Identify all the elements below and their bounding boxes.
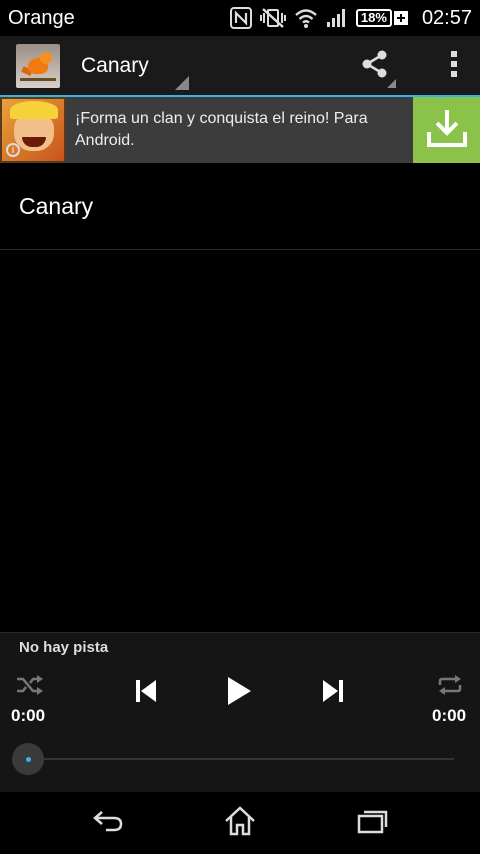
status-icons: 18% 02:57 — [229, 6, 472, 30]
repeat-button[interactable] — [430, 673, 470, 701]
action-bar: Canary — [0, 36, 480, 96]
app-title-spinner[interactable]: Canary — [81, 54, 189, 90]
vibrate-off-icon — [259, 7, 286, 29]
clock: 02:57 — [421, 6, 472, 29]
share-button[interactable] — [350, 36, 400, 96]
next-button[interactable] — [313, 675, 353, 711]
canary-bird-icon[interactable] — [16, 44, 60, 88]
shuffle-button[interactable] — [10, 673, 50, 701]
spinner-indicator — [174, 76, 189, 90]
home-icon — [224, 805, 256, 842]
list-item[interactable]: Canary — [0, 163, 480, 250]
ad-info-icon[interactable]: i — [6, 143, 20, 157]
overflow-menu-button[interactable] — [430, 36, 478, 96]
back-button[interactable] — [68, 792, 148, 854]
nfc-icon — [229, 7, 252, 29]
track-list: Canary — [0, 163, 480, 250]
seek-progress-dot — [25, 756, 31, 762]
share-icon — [360, 49, 390, 84]
status-bar: Orange 18% 02:57 — [0, 0, 480, 36]
next-icon — [322, 679, 344, 708]
player-panel: No hay pista 0:00 0:00 — [0, 632, 480, 792]
battery-icon: 18% — [355, 9, 408, 27]
battery-percent: 18% — [355, 9, 392, 27]
ad-download-button[interactable] — [413, 97, 480, 163]
app-title: Canary — [81, 54, 149, 77]
seek-bar[interactable] — [26, 758, 454, 760]
elapsed-time: 0:00 — [11, 706, 46, 725]
back-icon — [92, 808, 124, 839]
seek-thumb[interactable] — [12, 743, 44, 775]
recent-apps-icon — [356, 808, 388, 839]
ad-text[interactable]: ¡Forma un clan y conquista el reino! Par… — [66, 108, 413, 152]
share-dropdown-indicator — [387, 79, 396, 88]
list-item-label: Canary — [19, 192, 94, 219]
ad-game-image[interactable]: i — [0, 97, 66, 163]
shuffle-icon — [15, 674, 45, 701]
carrier-name: Orange — [8, 6, 75, 29]
now-playing-label: No hay pista — [19, 639, 109, 656]
previous-icon — [135, 679, 157, 708]
duration-time: 0:00 — [432, 706, 467, 725]
recent-apps-button[interactable] — [332, 792, 412, 854]
home-button[interactable] — [200, 792, 280, 854]
charging-icon — [393, 11, 408, 25]
overflow-menu-icon — [450, 50, 458, 83]
play-icon — [226, 676, 252, 711]
previous-button[interactable] — [126, 675, 166, 711]
play-button[interactable] — [214, 671, 264, 715]
ad-banner[interactable]: i ¡Forma un clan y conquista el reino! P… — [0, 97, 480, 163]
repeat-icon — [436, 674, 464, 701]
download-icon — [424, 106, 470, 155]
navigation-bar — [0, 792, 480, 854]
wifi-icon — [294, 7, 318, 29]
signal-icon — [326, 7, 348, 29]
